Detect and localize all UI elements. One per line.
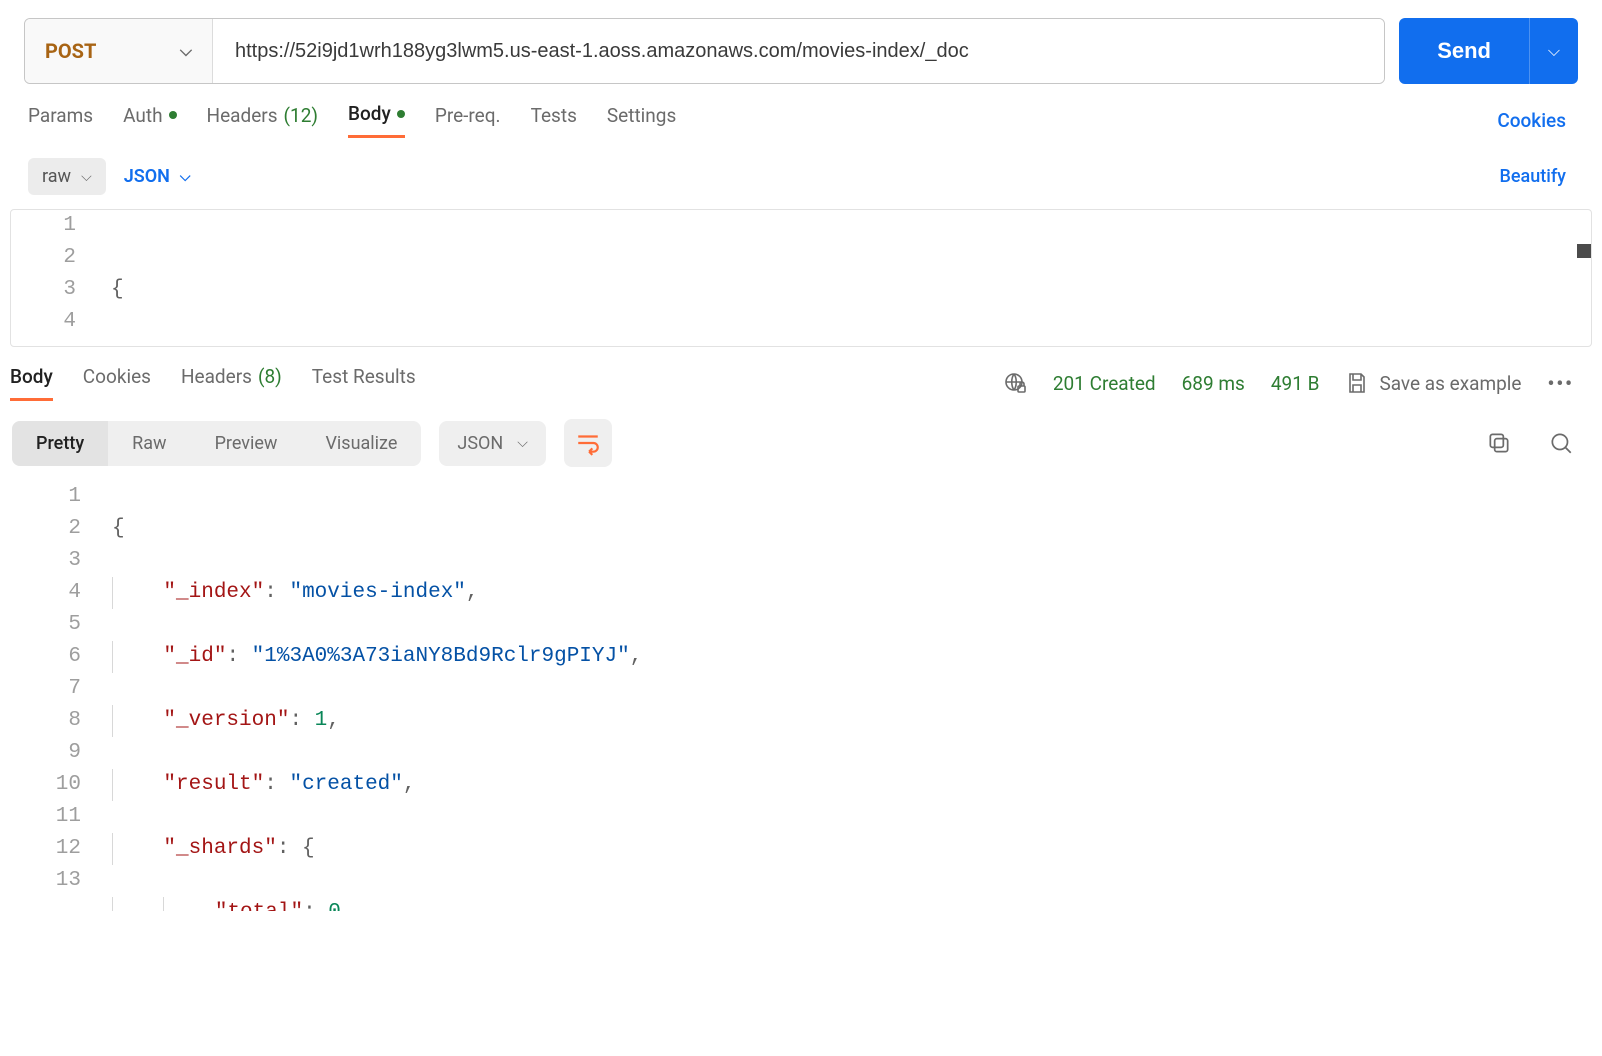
response-header: Body Cookies Headers (8) Test Results 20…: [0, 347, 1602, 401]
response-body-editor[interactable]: 1 2 3 4 5 6 7 8 9 10 11 12 13 { "_index"…: [10, 481, 1592, 911]
save-as-example[interactable]: Save as example: [1345, 371, 1521, 395]
more-menu[interactable]: •••: [1548, 372, 1574, 395]
chevron-down-icon: ⌵: [180, 169, 191, 185]
url-input[interactable]: [213, 19, 1384, 83]
http-method-select[interactable]: POST ⌵: [25, 19, 213, 83]
view-visualize[interactable]: Visualize: [301, 421, 421, 466]
response-language-select[interactable]: JSON ⌵: [439, 421, 545, 466]
resp-tab-tests[interactable]: Test Results: [312, 365, 416, 401]
chevron-down-icon: ⌵: [517, 435, 528, 451]
response-right-icons: [1486, 430, 1574, 456]
search-icon[interactable]: [1548, 430, 1574, 456]
chevron-down-icon: ⌵: [1548, 41, 1560, 61]
response-time: 689 ms: [1182, 372, 1245, 395]
status-code: 201 Created: [1053, 372, 1156, 395]
request-bar: POST ⌵ Send ⌵: [0, 0, 1602, 94]
response-tabs: Body Cookies Headers (8) Test Results: [10, 365, 416, 401]
beautify-link[interactable]: Beautify: [1500, 166, 1574, 187]
tab-params[interactable]: Params: [28, 104, 93, 137]
code-area[interactable]: { ··"title":·"Shawshank Redemption" }: [111, 210, 1591, 346]
response-view-segments: Pretty Raw Preview Visualize: [12, 421, 421, 466]
resp-tab-body[interactable]: Body: [10, 365, 53, 401]
globe-lock-icon: [1003, 371, 1027, 395]
wrap-icon: [575, 430, 601, 456]
method-url-box: POST ⌵: [24, 18, 1385, 84]
send-dropdown[interactable]: ⌵: [1530, 18, 1578, 84]
response-size: 491 B: [1271, 372, 1320, 395]
send-group: Send ⌵: [1399, 18, 1578, 84]
tab-settings[interactable]: Settings: [607, 104, 676, 137]
request-tabs: Params Auth Headers (12) Body Pre-req. T…: [0, 94, 1602, 138]
response-toolbar: Pretty Raw Preview Visualize JSON ⌵: [0, 401, 1602, 481]
view-preview[interactable]: Preview: [191, 421, 302, 466]
status-dot-icon: [169, 111, 177, 119]
tab-tests[interactable]: Tests: [531, 104, 577, 137]
http-method-label: POST: [45, 39, 96, 63]
body-format-raw[interactable]: raw ⌵: [28, 158, 106, 195]
chevron-down-icon: ⌵: [180, 41, 192, 61]
resp-tab-cookies[interactable]: Cookies: [83, 365, 151, 401]
tab-prereq[interactable]: Pre-req.: [435, 104, 501, 137]
send-button[interactable]: Send: [1399, 18, 1530, 84]
status-dot-icon: [397, 110, 405, 118]
resp-tab-headers[interactable]: Headers (8): [181, 365, 282, 401]
save-icon: [1345, 371, 1369, 395]
code-area[interactable]: { "_index": "movies-index", "_id": "1%3A…: [112, 481, 1592, 911]
request-body-editor[interactable]: 1 2 3 4 { ··"title":·"Shawshank Redempti…: [10, 209, 1592, 347]
cookies-link[interactable]: Cookies: [1497, 109, 1574, 132]
copy-icon[interactable]: [1486, 430, 1512, 456]
tab-auth[interactable]: Auth: [123, 104, 176, 137]
tab-body[interactable]: Body: [348, 102, 405, 138]
view-raw[interactable]: Raw: [108, 421, 190, 466]
body-type-row: raw ⌵ JSON ⌵ Beautify: [0, 138, 1602, 209]
tab-headers[interactable]: Headers (12): [207, 104, 318, 137]
response-meta: 201 Created 689 ms 491 B Save as example…: [1003, 371, 1574, 395]
line-gutter: 1 2 3 4 5 6 7 8 9 10 11 12 13: [10, 481, 100, 911]
body-language-json[interactable]: JSON ⌵: [124, 166, 191, 187]
line-gutter: 1 2 3 4: [11, 210, 95, 346]
line-wrap-toggle[interactable]: [564, 419, 612, 467]
view-pretty[interactable]: Pretty: [12, 421, 108, 466]
chevron-down-icon: ⌵: [81, 169, 92, 185]
